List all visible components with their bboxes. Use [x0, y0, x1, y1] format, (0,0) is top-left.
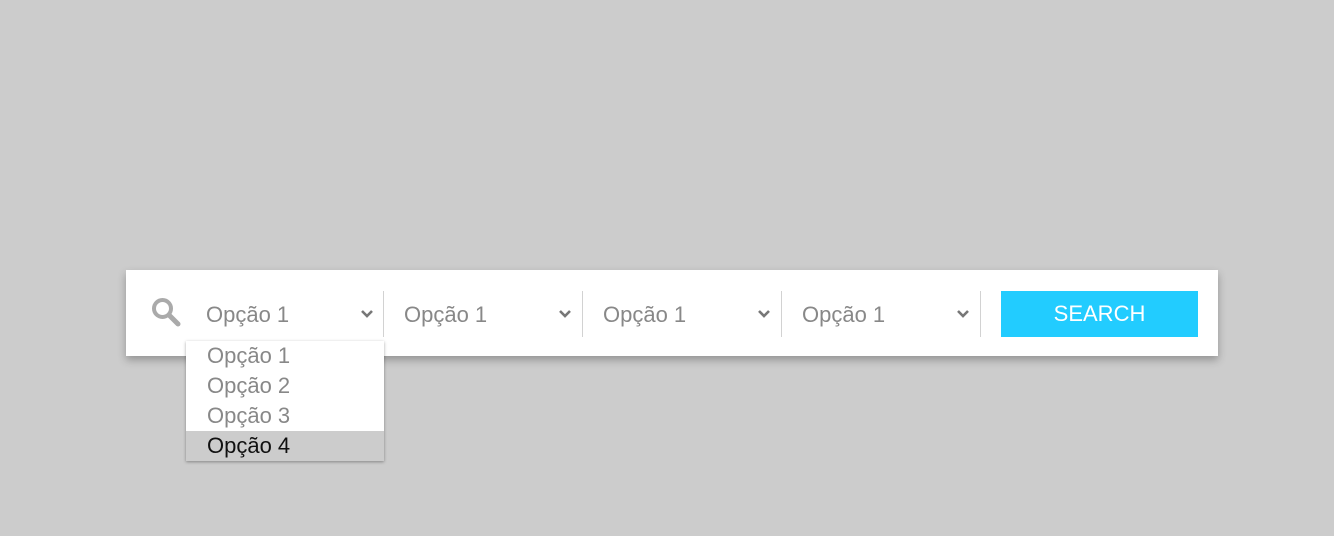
- select-1-value: Opção 1: [206, 302, 290, 327]
- divider: [980, 291, 981, 337]
- divider: [582, 291, 583, 337]
- select-3[interactable]: Opção 1: [603, 291, 773, 337]
- dropdown-option-1[interactable]: Opção 1: [186, 341, 384, 371]
- select-2[interactable]: Opção 1: [404, 291, 574, 337]
- select-3-value: Opção 1: [603, 302, 687, 327]
- select-1[interactable]: Opção 1: [206, 291, 376, 337]
- dropdown-option-3[interactable]: Opção 3: [186, 401, 384, 431]
- select-1-dropdown: Opção 1 Opção 2 Opção 3 Opção 4: [186, 341, 384, 461]
- dropdown-option-2[interactable]: Opção 2: [186, 371, 384, 401]
- select-4[interactable]: Opção 1: [802, 291, 972, 337]
- page: Opção 1 Opção 1 Opção 1 Opção 1 SEARCH O…: [0, 0, 1334, 536]
- chevron-down-icon: [361, 310, 373, 318]
- dropdown-option-4[interactable]: Opção 4: [186, 431, 384, 461]
- divider: [781, 291, 782, 337]
- chevron-down-icon: [758, 310, 770, 318]
- search-button[interactable]: SEARCH: [1001, 291, 1198, 337]
- select-2-value: Opção 1: [404, 302, 488, 327]
- chevron-down-icon: [957, 310, 969, 318]
- select-4-value: Opção 1: [802, 302, 886, 327]
- search-icon: [152, 298, 181, 327]
- divider: [383, 291, 384, 337]
- chevron-down-icon: [559, 310, 571, 318]
